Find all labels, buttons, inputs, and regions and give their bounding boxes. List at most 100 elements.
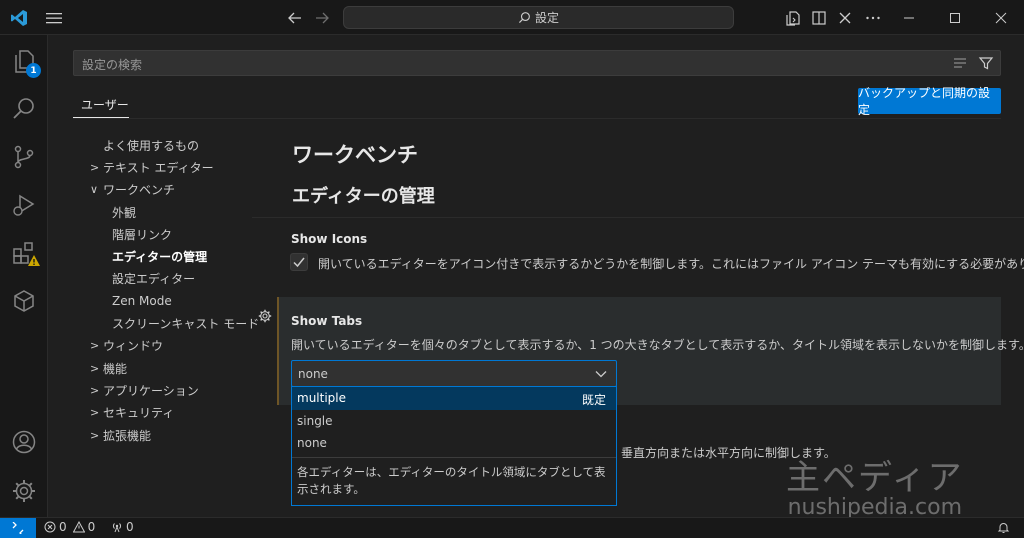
select-value: none <box>298 367 328 381</box>
search-icon <box>518 12 530 24</box>
explorer-button[interactable]: 1 <box>0 37 48 85</box>
remote-icon <box>12 522 24 534</box>
activity-bar: 1 <box>0 35 48 517</box>
toc-item-label: セキュリティ <box>103 406 175 421</box>
warning-count: 0 <box>87 520 96 534</box>
show-tabs-title: Show Tabs <box>291 314 363 328</box>
toc-item[interactable]: 外観 <box>83 201 263 223</box>
chevron-down-icon: ∨ <box>90 183 99 197</box>
toc-item-label: エディターの管理 <box>112 250 208 265</box>
show-tabs-dropdown: multiple 既定 single none 各エディターは、エディターのタイ… <box>291 386 617 506</box>
toc-item[interactable]: エディターの管理 <box>83 245 263 267</box>
toc-item[interactable]: スクリーンキャスト モード <box>83 312 263 334</box>
toc-item[interactable]: > セキュリティ <box>83 402 263 424</box>
toc-item-label: スクリーンキャスト モード <box>112 317 260 332</box>
show-icons-title: Show Icons <box>291 232 368 246</box>
vscode-logo-icon <box>11 10 27 26</box>
show-tabs-select[interactable]: none <box>291 360 617 387</box>
more-actions-icon[interactable] <box>864 9 882 27</box>
chevron-right-icon: > <box>90 428 100 442</box>
watermark: 主ペディア nushipedia.com <box>786 450 964 520</box>
toc-item-label: Zen Mode <box>112 294 172 309</box>
toc-item-label: アプリケーション <box>103 383 199 398</box>
run-debug-icon <box>13 194 35 216</box>
run-debug-button[interactable] <box>0 181 48 229</box>
option-single[interactable]: single <box>292 410 616 433</box>
extensions-button[interactable] <box>0 229 48 277</box>
maximize-button[interactable] <box>932 0 978 35</box>
toc-item[interactable]: 設定エディター <box>83 268 263 290</box>
toc-item-label: ワークベンチ <box>103 183 176 198</box>
show-tabs-description: 開いているエディターを個々のタブとして表示するか、1 つの大きなタブとして表示す… <box>291 338 1024 352</box>
watermark-line1: 主ペディア <box>786 458 964 498</box>
toc-item[interactable]: 階層リンク <box>83 223 263 245</box>
split-editor-icon[interactable] <box>810 9 828 27</box>
toc-item[interactable]: よく使用するもの <box>83 134 263 156</box>
account-icon <box>12 430 36 454</box>
tab-user[interactable]: ユーザー <box>81 96 129 113</box>
checkmark-icon <box>293 257 305 268</box>
remote-indicator[interactable] <box>0 518 36 538</box>
setting-gear-icon[interactable] <box>258 309 272 323</box>
toc-item[interactable]: ∨ ワークベンチ <box>83 179 263 201</box>
toc-item[interactable]: > 機能 <box>83 357 263 379</box>
toc-item[interactable]: > アプリケーション <box>83 379 263 401</box>
back-arrow-icon[interactable] <box>286 9 304 27</box>
close-window-button[interactable] <box>978 0 1024 35</box>
toc-item-label: 設定エディター <box>112 272 196 287</box>
show-icons-description: 開いているエディターをアイコン付きで表示するかどうかを制御します。これにはファイ… <box>318 257 1024 271</box>
backup-sync-button[interactable]: バックアップと同期の設定 <box>858 86 1001 117</box>
warning-icon <box>72 521 85 533</box>
title-bar: 設定 <box>0 0 1024 35</box>
clear-filter-icon[interactable] <box>952 55 968 71</box>
gear-icon <box>13 480 35 502</box>
command-center-label: 設定 <box>534 11 559 25</box>
category-heading: ワークベンチ <box>292 143 418 167</box>
command-center[interactable]: 設定 <box>343 6 734 29</box>
remote-explorer-button[interactable] <box>0 277 48 325</box>
option-label: multiple <box>297 391 347 406</box>
ports-indicator[interactable]: 0 <box>111 520 134 534</box>
chevron-right-icon: > <box>90 361 100 375</box>
source-control-button[interactable] <box>0 133 48 181</box>
toc-item-label: 機能 <box>103 361 128 376</box>
toc-item[interactable]: > テキスト エディター <box>83 156 263 178</box>
toc-item-label: 階層リンク <box>112 227 173 242</box>
toc-item-label: 外観 <box>112 205 137 220</box>
menu-icon[interactable] <box>44 9 64 27</box>
toc-item[interactable]: Zen Mode <box>83 290 263 312</box>
forward-arrow-icon[interactable] <box>313 9 331 27</box>
chevron-right-icon: > <box>90 383 100 397</box>
problems-indicator[interactable]: 0 0 <box>44 520 95 534</box>
bell-icon[interactable] <box>997 521 1010 534</box>
default-badge: 既定 <box>581 393 606 407</box>
toc-item[interactable]: > 拡張機能 <box>83 424 263 446</box>
settings-editor: 設定の検索 ユーザー バックアップと同期の設定 よく使用するもの > テキスト エデ… <box>49 36 1024 520</box>
minimize-button[interactable] <box>886 0 932 35</box>
chevron-right-icon: > <box>90 339 100 353</box>
option-label: single <box>297 413 333 428</box>
search-view-button[interactable] <box>0 85 48 133</box>
close-editor-icon[interactable] <box>836 9 854 27</box>
toc-item-label: 拡張機能 <box>103 428 152 443</box>
filter-icon[interactable] <box>978 55 994 71</box>
toc-item[interactable]: > ウィンドウ <box>83 335 263 357</box>
open-settings-json-icon[interactable] <box>784 9 802 27</box>
accounts-button[interactable] <box>0 418 48 466</box>
warning-icon <box>28 255 40 266</box>
chevron-down-icon <box>595 371 607 378</box>
status-bar: 0 0 0 <box>0 517 1024 538</box>
toc-item-label: よく使用するもの <box>103 138 200 153</box>
settings-search-input[interactable]: 設定の検索 <box>73 50 1001 76</box>
focus-indicator <box>277 297 279 405</box>
search-icon <box>13 98 34 119</box>
option-none[interactable]: none <box>292 432 616 455</box>
option-multiple[interactable]: multiple 既定 <box>292 387 616 410</box>
show-icons-checkbox[interactable] <box>290 253 308 271</box>
toc-item-label: ウィンドウ <box>103 339 164 354</box>
option-description: 各エディターは、エディターのタイトル領域にタブとして表示されます。 <box>297 464 606 496</box>
explorer-badge: 1 <box>26 63 41 78</box>
chevron-right-icon: > <box>90 160 100 174</box>
manage-button[interactable] <box>0 467 48 515</box>
header-divider <box>252 217 1024 218</box>
